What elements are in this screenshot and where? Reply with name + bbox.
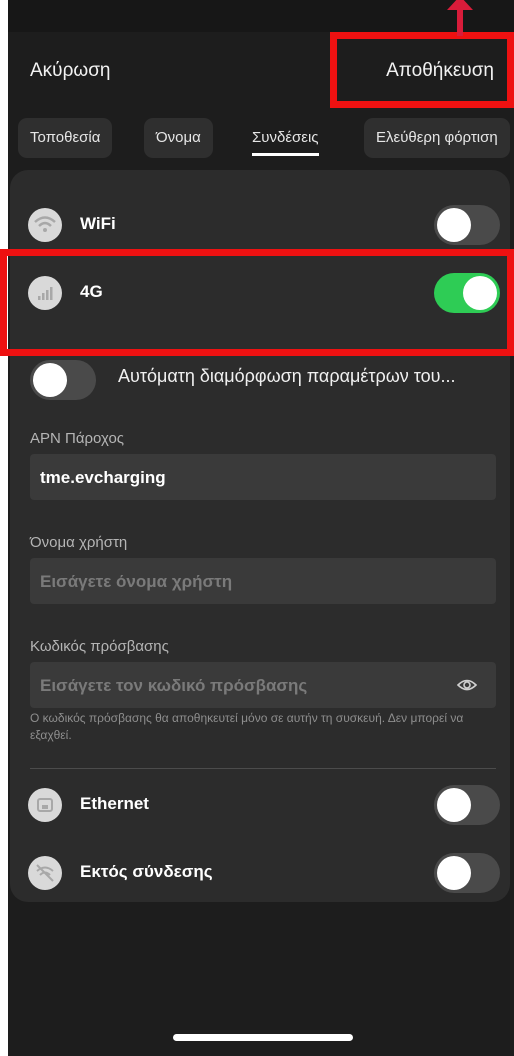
offline-toggle[interactable] [434,853,500,893]
divider [30,768,496,769]
apn-label: APN Πάροχος [30,430,125,447]
status-bar [8,0,514,32]
ethernet-label: Ethernet [80,794,149,813]
auto-config-label: Αυτόματη διαμόρφωση παραμέτρων του... [118,366,456,386]
password-input[interactable]: Εισάγετε τον κωδικό πρόσβασης [30,662,496,708]
ethernet-toggle[interactable] [434,785,500,825]
home-indicator [173,1034,353,1041]
wifi-label: WiFi [80,214,116,233]
tab-location[interactable]: Τοποθεσία [18,118,113,158]
phone-screen: Ακύρωση Αποθήκευση Τοποθεσία Όνομα Συνδέ… [8,0,514,1056]
password-label: Κωδικός πρόσβασης [30,638,169,655]
tab-bar: Τοποθεσία Όνομα Συνδέσεις Ελεύθερη φόρτι… [18,118,514,160]
ethernet-icon [28,788,62,822]
offline-label: Εκτός σύνδεσης [80,862,213,881]
tab-name[interactable]: Όνομα [144,118,213,158]
tab-connections[interactable]: Συνδέσεις [240,118,331,158]
offline-row[interactable]: Εκτός σύνδεσης [10,848,510,898]
wifi-icon [28,208,62,242]
save-highlight-box [330,32,514,108]
cancel-button[interactable]: Ακύρωση [30,60,111,82]
username-input[interactable]: Εισάγετε όνομα χρήστη [30,558,496,604]
tab-free-charging[interactable]: Ελεύθερη φόρτιση [364,118,510,158]
ethernet-row[interactable]: Ethernet [10,780,510,830]
apn-input[interactable]: tme.evcharging [30,454,496,500]
username-label: Όνομα χρήστη [30,534,128,551]
auto-config-toggle[interactable] [30,360,96,400]
arrow-head [447,0,473,10]
username-placeholder: Εισάγετε όνομα χρήστη [40,572,233,591]
apn-value: tme.evcharging [40,468,166,487]
cellular-highlight-box [0,249,514,356]
wifi-toggle[interactable] [434,205,500,245]
eye-icon[interactable] [456,674,478,696]
wifi-row[interactable]: WiFi [10,200,510,250]
password-placeholder: Εισάγετε τον κωδικό πρόσβασης [40,676,308,695]
wifi-off-icon [28,856,62,890]
password-note: Ο κωδικός πρόσβασης θα αποθηκευτεί μόνο … [30,711,464,742]
